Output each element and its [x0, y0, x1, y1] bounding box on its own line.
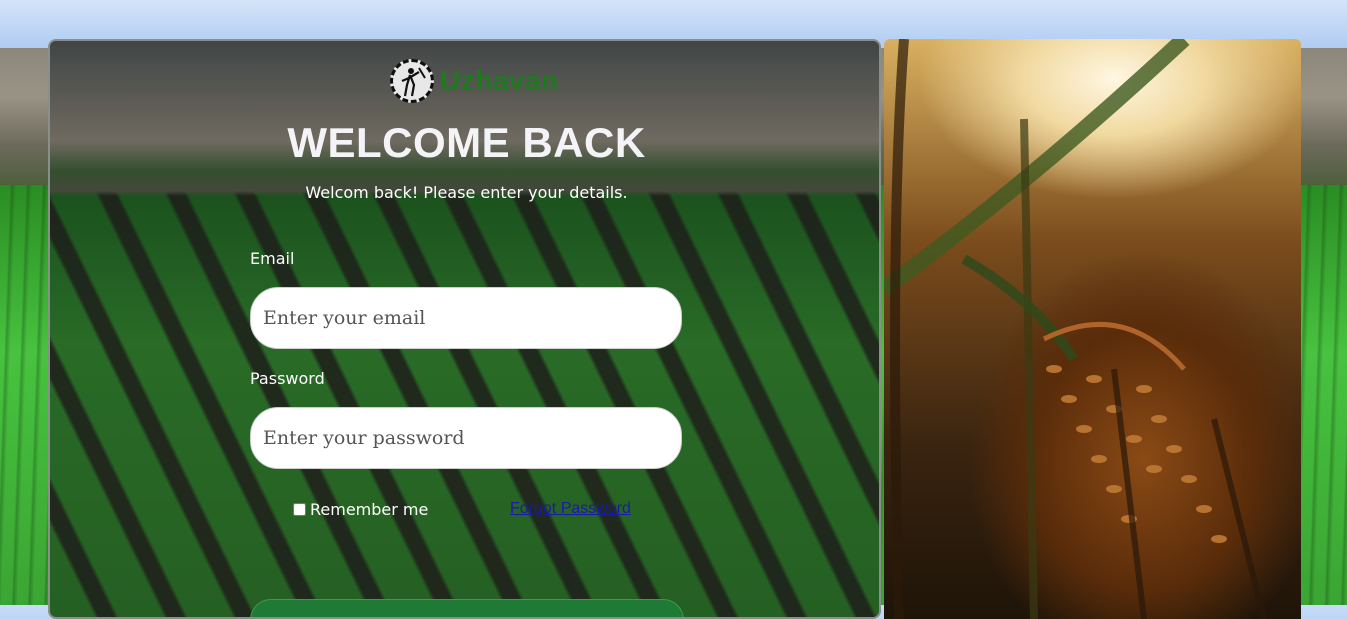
- password-field[interactable]: [250, 407, 682, 469]
- login-button[interactable]: [250, 599, 684, 617]
- rice-crop-image: [884, 39, 1301, 619]
- login-card: Uzhavan WELCOME BACK Welcom back! Please…: [48, 39, 881, 619]
- brand-name: Uzhavan: [440, 65, 559, 96]
- email-label: Email: [250, 249, 295, 268]
- farmer-logo-icon: [390, 59, 434, 103]
- brand-logo: Uzhavan: [390, 57, 559, 105]
- remember-me: Remember me: [293, 500, 428, 519]
- email-field[interactable]: [250, 287, 682, 349]
- remember-me-checkbox[interactable]: [293, 503, 306, 516]
- password-label: Password: [250, 369, 325, 388]
- page-title: WELCOME BACK: [287, 119, 646, 166]
- forgot-password-link[interactable]: Forgot Password: [510, 500, 631, 518]
- remember-me-label: Remember me: [310, 500, 429, 519]
- page-subtitle: Welcom back! Please enter your details.: [305, 183, 628, 202]
